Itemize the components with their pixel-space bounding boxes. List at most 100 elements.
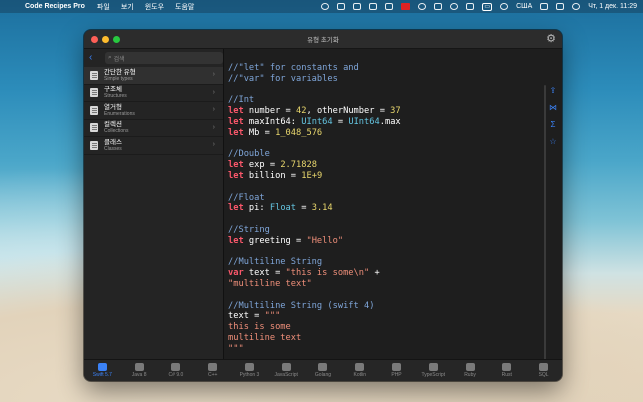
sidebar-item-subtitle: Structures	[104, 93, 127, 100]
menu-file[interactable]: 파일	[97, 2, 110, 12]
sidebar-item-classes[interactable]: 클래스 Classes ›	[84, 137, 223, 155]
title-bar[interactable]: 유형 초기화 ⚙	[84, 30, 562, 49]
code-token: UInt64	[301, 116, 333, 127]
tab-label: PHP	[391, 372, 402, 378]
input-source[interactable]: США	[516, 3, 532, 10]
search-placeholder: 검색	[113, 56, 125, 63]
search-menubar-icon[interactable]	[540, 3, 549, 10]
chevron-left-icon[interactable]: ‹	[89, 53, 99, 63]
code-token: "this is some\n"	[285, 268, 370, 279]
vpn-icon[interactable]	[418, 3, 427, 10]
sidebar-item-subtitle: Collections	[104, 128, 129, 135]
clipboard-icon[interactable]	[466, 3, 475, 10]
code-token: pi:	[243, 203, 270, 214]
code-token: "multiline text"	[228, 278, 312, 289]
code-line: let billion = 1E+9	[228, 171, 543, 182]
sidebar-item-title: 열거형	[104, 103, 122, 111]
chevron-right-icon: ›	[212, 141, 215, 148]
scrollbar[interactable]	[544, 85, 546, 359]
share-icon[interactable]: ⇪	[550, 86, 557, 95]
sidebar-item-enumerations[interactable]: 열거형 Enumerations ›	[84, 102, 223, 120]
app-menu[interactable]: Code Recipes Pro	[25, 3, 85, 10]
chevron-right-icon: ›	[212, 106, 215, 113]
close-icon[interactable]	[91, 36, 98, 43]
javascript-icon	[281, 363, 291, 371]
tab-golang[interactable]: Golang	[305, 360, 342, 382]
bluetooth-icon[interactable]	[434, 3, 443, 10]
code-line: """	[228, 344, 543, 355]
battery-icon[interactable]: ▭	[482, 2, 493, 11]
tab-sql[interactable]: SQL	[525, 360, 562, 382]
ruby-icon	[465, 363, 475, 371]
gear-icon[interactable]: ⚙	[545, 33, 557, 45]
creative-cloud-icon[interactable]	[321, 3, 330, 10]
tab-csharp[interactable]: C# 9.0	[158, 360, 195, 382]
star-icon[interactable]: ☆	[549, 137, 556, 146]
code-token: .max	[379, 116, 401, 127]
code-token: let	[228, 235, 244, 246]
message-icon[interactable]	[353, 3, 362, 10]
code-token: =	[296, 203, 312, 214]
document-icon	[90, 88, 98, 98]
code-line: this is some	[228, 322, 543, 333]
tab-rust[interactable]: Rust	[488, 360, 525, 382]
tab-label: Python 3	[239, 372, 260, 378]
code-line: multiline text	[228, 333, 543, 344]
code-token: //Float	[228, 192, 265, 203]
php-icon	[392, 363, 401, 371]
mute-icon[interactable]	[369, 3, 378, 10]
sidebar: ‹ ⌕ 검색 간단한 유형 Simple types › 구조체 Structu…	[84, 49, 224, 359]
tab-typescript[interactable]: TypeScript	[415, 360, 452, 382]
code-line: let maxInt64: UInt64 = UInt64.max	[228, 117, 543, 128]
script-icon[interactable]	[337, 3, 346, 10]
code-token: text =	[243, 268, 286, 279]
code-token: """	[228, 343, 244, 354]
control-center-icon[interactable]	[556, 3, 565, 10]
tab-php[interactable]: PHP	[378, 360, 415, 382]
search-input[interactable]: ⌕ 검색	[105, 52, 223, 64]
code-block[interactable]: //"let" for constants and//"var" for var…	[228, 63, 543, 355]
tab-python[interactable]: Python 3	[231, 360, 268, 382]
tab-label: Rust	[501, 372, 512, 378]
window-title: 유형 초기화	[307, 37, 339, 44]
compare-icon[interactable]: ⋈	[549, 103, 557, 112]
tab-kotlin[interactable]: Kotlin	[341, 360, 378, 382]
clock[interactable]: Чт, 1 дек. 11:29	[588, 3, 637, 10]
dropbox-icon[interactable]	[385, 3, 394, 10]
code-token: 2.71828	[280, 160, 317, 171]
tab-swift[interactable]: Swift 5.7	[84, 360, 121, 382]
tab-javascript[interactable]: JavaScript	[268, 360, 305, 382]
siri-icon[interactable]	[572, 3, 581, 10]
code-line: text = """	[228, 311, 543, 322]
sidebar-item-collections[interactable]: 컬렉션 Collections ›	[84, 120, 223, 137]
code-editor[interactable]: //"let" for constants and//"var" for var…	[225, 49, 562, 359]
code-token: 1_048_576	[275, 127, 323, 138]
tab-cpp[interactable]: C++	[194, 360, 231, 382]
minimize-icon[interactable]	[102, 36, 109, 43]
sidebar-item-structures[interactable]: 구조체 Structures ›	[84, 85, 223, 102]
wifi-icon[interactable]	[500, 3, 509, 10]
sidebar-item-simple-types[interactable]: 간단한 유형 Simple types ›	[84, 67, 223, 85]
menu-help[interactable]: 도움말	[175, 2, 194, 12]
tab-java[interactable]: Java 8	[121, 360, 158, 382]
record-icon[interactable]	[401, 3, 411, 10]
sigma-icon[interactable]: Σ	[551, 120, 556, 129]
code-token: //String	[228, 224, 270, 235]
code-token: Mb =	[243, 127, 276, 138]
code-token: text =	[228, 311, 265, 322]
code-token: //Int	[228, 95, 255, 106]
menu-view[interactable]: 보기	[121, 2, 134, 12]
vpn-alt-icon[interactable]	[450, 3, 459, 10]
code-token: greeting =	[243, 235, 307, 246]
code-line: //String	[228, 225, 543, 236]
code-token: 1E+9	[301, 170, 323, 181]
document-icon	[90, 140, 98, 150]
fullscreen-icon[interactable]	[113, 36, 120, 43]
menu-window[interactable]: 윈도우	[145, 2, 164, 12]
code-line: //Multiline String	[228, 257, 543, 268]
code-token: 3.14	[311, 203, 333, 214]
app-window: 유형 초기화 ⚙ ‹ ⌕ 검색 간단한 유형 Simple types › 구조…	[84, 30, 562, 381]
tab-ruby[interactable]: Ruby	[452, 360, 489, 382]
chevron-right-icon: ›	[212, 123, 215, 131]
